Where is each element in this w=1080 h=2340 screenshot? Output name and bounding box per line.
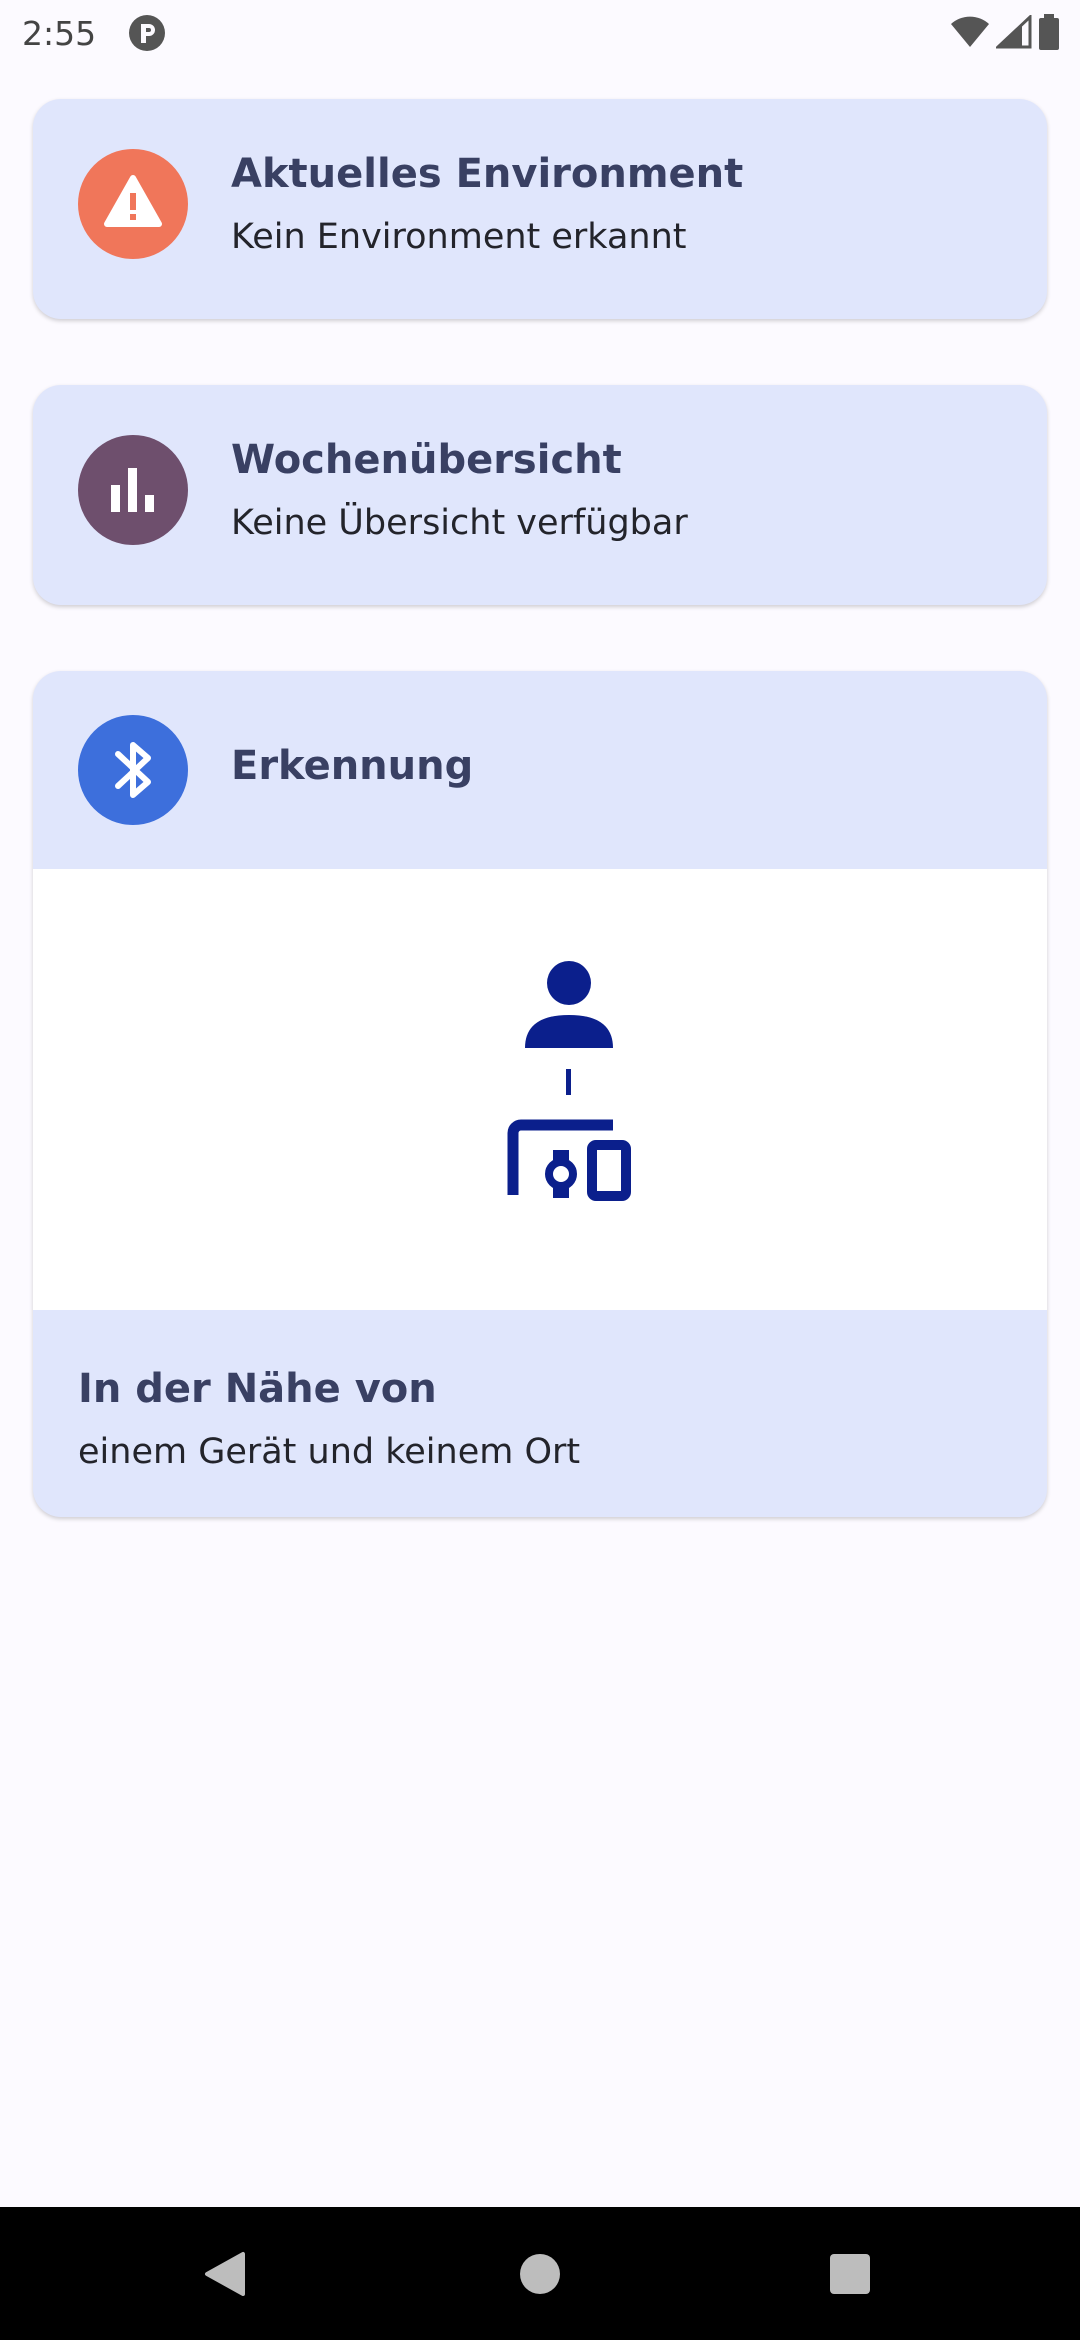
home-icon[interactable] bbox=[480, 2207, 600, 2340]
card-title: Wochenübersicht bbox=[231, 437, 622, 483]
status-time: 2:55 bbox=[22, 14, 97, 53]
detection-card[interactable]: Erkennung In der Nähe von einem Gerät un… bbox=[33, 671, 1047, 1517]
card-subtitle: Keine Übersicht verfügbar bbox=[231, 503, 688, 543]
back-icon[interactable] bbox=[165, 2207, 285, 2340]
weekly-overview-card[interactable]: Wochenübersicht Keine Übersicht verfügba… bbox=[33, 385, 1047, 605]
status-bar: 2:55 bbox=[0, 0, 1080, 66]
current-environment-card[interactable]: Aktuelles Environment Kein Environment e… bbox=[33, 99, 1047, 319]
detection-title: Erkennung bbox=[231, 743, 474, 789]
warning-icon bbox=[78, 149, 188, 259]
nearby-title: In der Nähe von bbox=[78, 1366, 437, 1412]
nearby-text: einem Gerät und keinem Ort bbox=[78, 1432, 581, 1472]
status-icons bbox=[950, 13, 1060, 55]
navigation-bar bbox=[0, 2207, 1080, 2340]
detection-illustration bbox=[33, 869, 1047, 1310]
wifi-icon bbox=[950, 15, 990, 54]
battery-icon bbox=[1038, 13, 1060, 55]
card-title: Aktuelles Environment bbox=[231, 151, 744, 197]
card-subtitle: Kein Environment erkannt bbox=[231, 217, 687, 257]
cellular-signal-icon bbox=[994, 13, 1032, 54]
bar-chart-icon bbox=[78, 435, 188, 545]
app-notification-icon bbox=[128, 14, 166, 52]
detection-header: Erkennung bbox=[33, 671, 1047, 869]
bluetooth-icon bbox=[78, 715, 188, 825]
nearby-section: In der Nähe von einem Gerät und keinem O… bbox=[33, 1310, 1047, 1517]
person-devices-icon bbox=[503, 961, 633, 1226]
recents-icon[interactable] bbox=[790, 2207, 910, 2340]
